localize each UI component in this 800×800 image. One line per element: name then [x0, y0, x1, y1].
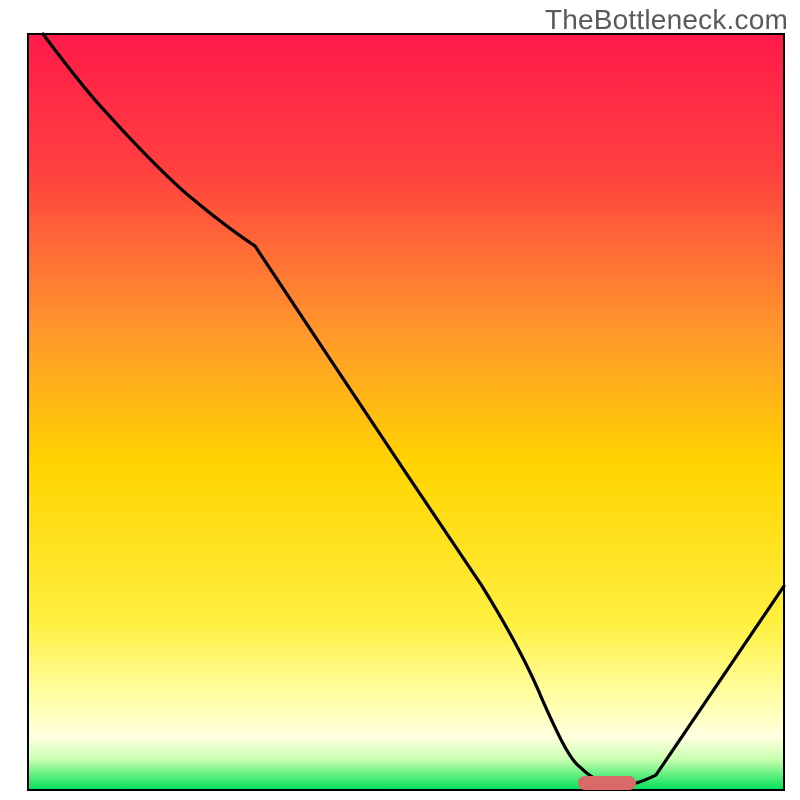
chart-container: TheBottleneck.com	[0, 0, 800, 800]
plot-area	[28, 34, 784, 790]
optimal-marker	[578, 776, 636, 790]
gradient-background	[28, 34, 784, 790]
site-watermark: TheBottleneck.com	[545, 4, 788, 36]
bottleneck-chart	[0, 0, 800, 800]
